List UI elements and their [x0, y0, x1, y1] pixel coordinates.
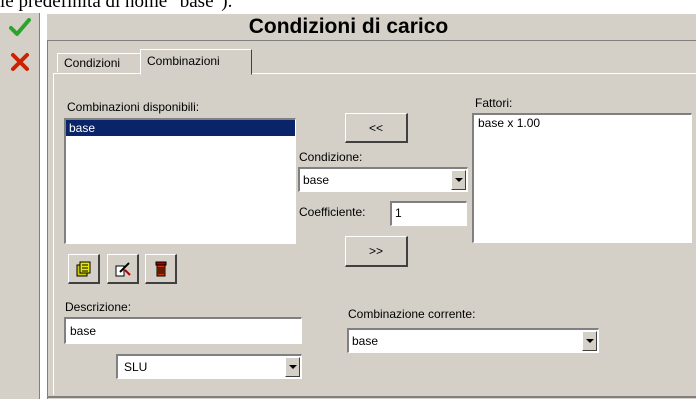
- delete-combination-button[interactable]: [145, 254, 177, 284]
- description-label: Descrizione:: [65, 300, 132, 314]
- edit-combination-icon: [115, 261, 131, 276]
- move-right-button[interactable]: >>: [345, 236, 408, 267]
- close-icon: [11, 53, 29, 71]
- cancel-button[interactable]: [6, 49, 34, 75]
- left-toolbar: [0, 13, 40, 399]
- limit-state-value: SLU: [124, 360, 148, 374]
- tab-condizioni[interactable]: Condizioni: [57, 53, 143, 72]
- edit-combination-button[interactable]: [107, 254, 139, 284]
- title-bar: Condizioni di carico: [47, 13, 696, 41]
- condition-select[interactable]: base: [298, 167, 468, 192]
- page-title: Condizioni di carico: [248, 15, 449, 38]
- tab-combinazioni[interactable]: Combinazioni: [140, 49, 252, 75]
- divider: [47, 396, 696, 398]
- factors-label: Fattori:: [475, 96, 513, 110]
- condition-value: base: [303, 173, 330, 187]
- chevron-down-icon[interactable]: [451, 170, 466, 190]
- new-combination-icon: [76, 261, 90, 276]
- description-value: base: [70, 324, 97, 338]
- list-item[interactable]: base: [66, 120, 295, 136]
- chevron-down-icon[interactable]: [582, 331, 597, 351]
- limit-state-select[interactable]: SLU: [116, 354, 302, 379]
- combinations-label: Combinazioni disponibili:: [67, 100, 200, 114]
- coefficient-input[interactable]: 1: [390, 201, 467, 226]
- current-combination-select[interactable]: base: [347, 328, 599, 353]
- current-combination-value: base: [352, 334, 379, 348]
- delete-trash-icon: [155, 261, 166, 276]
- combinations-list[interactable]: base: [64, 118, 296, 244]
- chevron-down-icon[interactable]: [285, 357, 300, 377]
- new-combination-button[interactable]: [68, 254, 100, 284]
- top-caption: le predefinita di nome "base").: [0, 0, 233, 12]
- description-input[interactable]: base: [64, 317, 302, 344]
- check-icon: [9, 18, 31, 36]
- coefficient-value: 1: [395, 206, 402, 220]
- move-left-button[interactable]: <<: [345, 113, 408, 143]
- condition-label: Condizione:: [299, 150, 363, 164]
- factors-list[interactable]: base x 1.00: [472, 113, 692, 243]
- list-item[interactable]: base x 1.00: [474, 115, 691, 131]
- confirm-button[interactable]: [6, 15, 34, 41]
- current-combination-label: Combinazione corrente:: [348, 307, 476, 321]
- coefficient-label: Coefficiente:: [299, 205, 366, 219]
